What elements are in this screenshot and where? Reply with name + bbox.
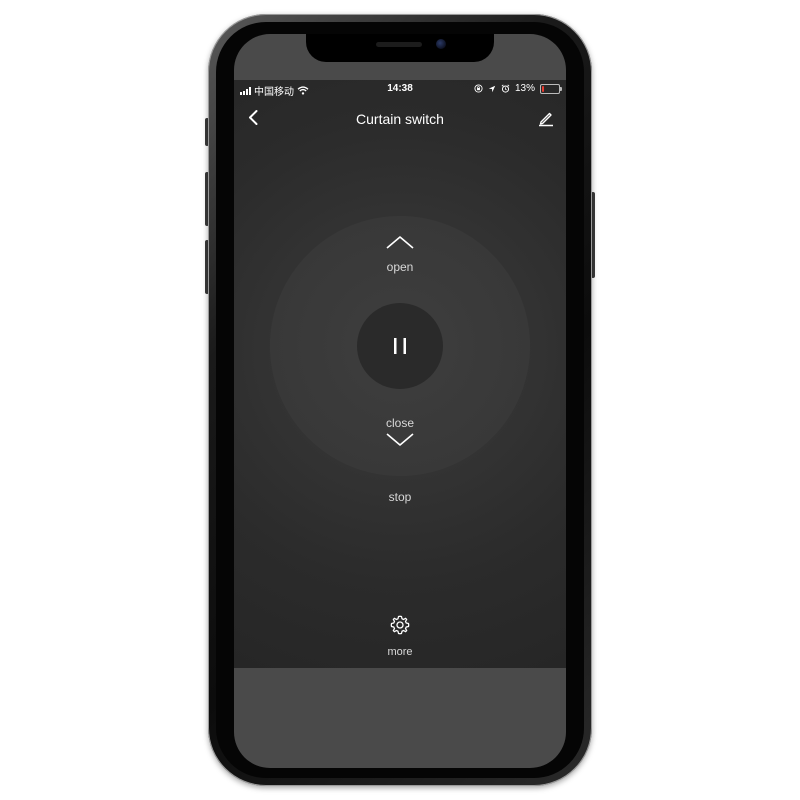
- more-label: more: [387, 646, 413, 658]
- location-icon: [488, 85, 496, 92]
- curtain-app: 中国移动 14:38 13% Curtain switch open close…: [234, 80, 566, 668]
- phone-screen: 中国移动 14:38 13% Curtain switch open close…: [234, 34, 566, 768]
- pencil-icon: [539, 112, 553, 127]
- curtain-control-dial: open close: [270, 216, 530, 476]
- status-bar: 中国移动 14:38 13%: [234, 80, 566, 98]
- open-button[interactable]: open: [360, 230, 440, 286]
- gear-icon: [390, 615, 410, 635]
- page-title: Curtain switch: [356, 111, 444, 127]
- stop-button[interactable]: stop: [234, 490, 566, 504]
- nav-bar: Curtain switch: [234, 102, 566, 134]
- front-camera: [436, 39, 446, 49]
- more-button[interactable]: more: [370, 612, 430, 664]
- close-button[interactable]: close: [360, 410, 440, 466]
- close-label: close: [385, 416, 414, 430]
- chevron-down-icon: [386, 433, 414, 446]
- battery-icon: [540, 83, 562, 94]
- battery-percent: 13%: [514, 83, 535, 94]
- device-mockup: 中国移动 14:38 13% Curtain switch open close…: [0, 0, 800, 800]
- edit-button[interactable]: [534, 106, 558, 130]
- orientation-lock-icon: [474, 84, 483, 93]
- chevron-up-icon: [386, 236, 414, 249]
- pause-icon: [394, 338, 406, 354]
- pause-button[interactable]: [357, 303, 443, 389]
- battery-level: [542, 85, 544, 92]
- notch: [306, 34, 494, 62]
- status-right: 13%: [474, 83, 562, 94]
- speaker-grille: [376, 42, 422, 47]
- open-label: open: [386, 260, 414, 274]
- alarm-icon: [501, 84, 510, 93]
